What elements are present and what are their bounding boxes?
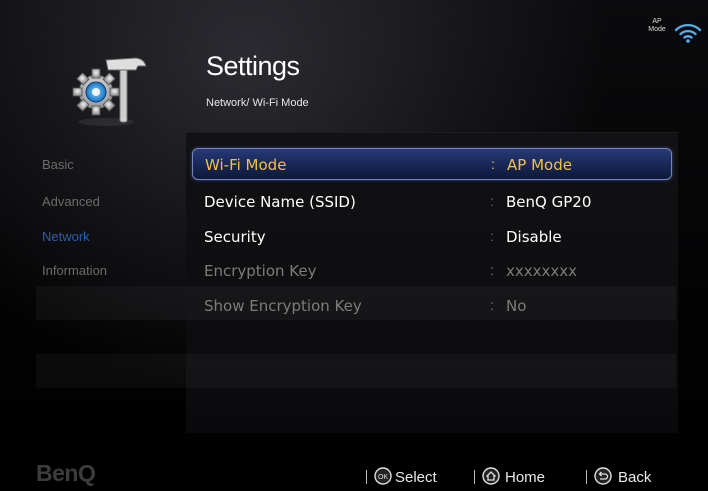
setting-label: Security bbox=[204, 228, 266, 246]
sidebar-item-basic[interactable]: Basic bbox=[42, 157, 74, 172]
ok-button-icon[interactable]: OK bbox=[374, 467, 392, 485]
setting-colon: : bbox=[490, 297, 494, 313]
setting-value: Disable bbox=[506, 228, 562, 246]
setting-value: AP Mode bbox=[507, 156, 572, 174]
sidebar-item-information[interactable]: Information bbox=[42, 263, 107, 278]
setting-colon: : bbox=[490, 228, 494, 244]
setting-label: Show Encryption Key bbox=[204, 297, 362, 315]
page-title: Settings bbox=[206, 51, 300, 81]
setting-label: Device Name (SSID) bbox=[204, 193, 356, 211]
sidebar-item-advanced[interactable]: Advanced bbox=[42, 194, 100, 209]
setting-row-show-encryption-key: Show Encryption Key : No bbox=[192, 290, 672, 320]
home-label[interactable]: Home bbox=[505, 469, 545, 486]
footer-separator bbox=[586, 470, 587, 484]
home-icon[interactable] bbox=[482, 467, 500, 485]
settings-gear-hammer-icon bbox=[72, 57, 147, 126]
screen: AP Mode Settings Network/ Wi-Fi Mode Bas… bbox=[0, 0, 708, 491]
footer-separator bbox=[366, 470, 367, 484]
setting-label: Encryption Key bbox=[204, 262, 317, 280]
setting-colon: : bbox=[491, 156, 495, 172]
sidebar-item-network[interactable]: Network bbox=[42, 229, 90, 244]
footer-separator bbox=[474, 470, 475, 484]
breadcrumb: Network/ Wi-Fi Mode bbox=[206, 97, 309, 109]
ap-mode-line2: Mode bbox=[648, 26, 666, 33]
back-label[interactable]: Back bbox=[618, 469, 651, 486]
setting-value: xxxxxxxx bbox=[506, 262, 578, 280]
setting-row-wifi-mode[interactable]: Wi-Fi Mode : AP Mode bbox=[192, 148, 672, 180]
select-label[interactable]: Select bbox=[395, 469, 437, 486]
setting-value: No bbox=[506, 297, 527, 315]
setting-colon: : bbox=[490, 193, 494, 209]
ok-icon-text: OK bbox=[378, 474, 388, 481]
setting-colon: : bbox=[490, 262, 494, 278]
setting-row-security[interactable]: Security : Disable bbox=[192, 221, 672, 251]
benq-logo: BenQ bbox=[36, 460, 96, 486]
ap-mode-indicator: AP Mode bbox=[646, 18, 668, 34]
wifi-icon bbox=[674, 23, 702, 43]
setting-row-device-name[interactable]: Device Name (SSID) : BenQ GP20 bbox=[192, 186, 672, 216]
setting-value: BenQ GP20 bbox=[506, 193, 592, 211]
row-band bbox=[36, 354, 676, 388]
ap-mode-line1: AP bbox=[652, 18, 662, 25]
setting-row-encryption-key: Encryption Key : xxxxxxxx bbox=[192, 255, 672, 285]
setting-label: Wi-Fi Mode bbox=[205, 156, 287, 174]
back-icon[interactable] bbox=[594, 467, 612, 485]
